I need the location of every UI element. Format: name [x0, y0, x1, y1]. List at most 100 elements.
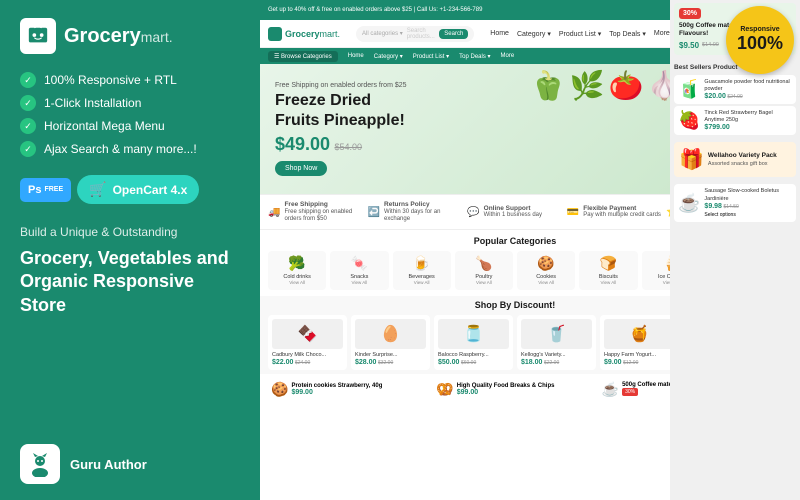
product-name-4: Kellogg's Variety... [521, 352, 592, 359]
subnav-category[interactable]: Category ▾ [374, 53, 403, 60]
bs-info-3: Sausage Slow-cooked Boletus Jardinière $… [704, 188, 792, 217]
snacks-label: SnacksView All [332, 274, 386, 286]
veggie-asparagus: 🌿 [570, 69, 605, 102]
bp-img-1: 🍪 [271, 381, 288, 398]
product-price-2: $28.00 [355, 359, 376, 366]
opencart-badge: 🛒 OpenCart 4.x [77, 175, 199, 204]
subnav-home[interactable]: Home [348, 53, 364, 59]
search-placeholder: All categories ▾ [362, 30, 403, 37]
bp-name-1: Protein cookies Strawberry, 40g [291, 383, 382, 389]
feature-item: ✓ Horizontal Mega Menu [20, 118, 240, 134]
nav-more[interactable]: More [654, 30, 670, 38]
bottom-product-2[interactable]: 🥨 High Quality Food Breaks & Chips $99.0… [433, 378, 596, 401]
category-item-beverages[interactable]: 🍺 BeveragesView All [393, 251, 451, 290]
product-img-4: 🥤 [521, 319, 592, 349]
nav-category[interactable]: Category ▾ [517, 30, 551, 38]
logo-icon [20, 18, 56, 54]
wellahoo-name: Wellahoo Variety Pack [708, 152, 777, 159]
category-item-cookies[interactable]: 🍪 CookiesView All [517, 251, 575, 290]
hero-price-area: $49.00 $54.00 [275, 134, 407, 155]
nav-product[interactable]: Product List ▾ [559, 30, 601, 38]
search-button[interactable]: Search [439, 29, 468, 39]
check-icon: ✓ [20, 95, 36, 111]
logo-text: Grocerymart. [64, 25, 173, 48]
feature-shipping: 🚚 Free ShippingFree shipping on enabled … [268, 201, 364, 223]
returns-icon: ↩️ [368, 207, 380, 218]
feature-support: 💬 Online SupportWithin 1 business day [467, 201, 563, 223]
bs-info-1: Guacamole powder food nutritional powder… [704, 79, 792, 100]
feature-item: ✓ 1-Click Installation [20, 95, 240, 111]
bottom-product-1[interactable]: 🍪 Protein cookies Strawberry, 40g $99.00 [268, 378, 431, 401]
product-card-3[interactable]: 🫙 Balocco Raspberry... $50.00 $60.00 [434, 315, 513, 370]
subnav-product[interactable]: Product List ▾ [413, 53, 449, 60]
nav-logo-text: Grocerymart. [285, 29, 340, 39]
category-item-snacks[interactable]: 🍬 SnacksView All [330, 251, 388, 290]
product-orig-1: $24.00 [295, 360, 310, 366]
main-title: Grocery, Vegetables and Organic Responsi… [20, 247, 240, 317]
nav-topdeals[interactable]: Top Deals ▾ [609, 30, 646, 38]
nav-home[interactable]: Home [490, 30, 509, 38]
category-item-colddrinks[interactable]: 🥦 Cold drinksView All [268, 251, 326, 290]
product-orig-4: $22.00 [544, 360, 559, 366]
bs-orig-1: $24.00 [727, 94, 742, 100]
poultry-label: PoultryView All [457, 274, 511, 286]
hero-price-orig: $54.00 [335, 142, 363, 152]
best-seller-2[interactable]: 🍓 Tinck Red Strawberry Bagel Anytime 250… [674, 106, 796, 135]
coffee-orig-price: $14.00 [702, 42, 719, 48]
browse-categories[interactable]: ☰ Browse Categories [268, 51, 338, 62]
bs-img-3: ☕ [678, 193, 700, 214]
feature-item: ✓ Ajax Search & many more...! [20, 141, 240, 157]
feature-item: ✓ 100% Responsive + RTL [20, 72, 240, 88]
colddrinks-label: Cold drinksView All [270, 274, 324, 286]
bp-info-1: Protein cookies Strawberry, 40g $99.00 [291, 383, 382, 396]
snacks-icon: 🍬 [332, 255, 386, 272]
nav-logo: Grocerymart. [268, 27, 340, 41]
feature-label: 1-Click Installation [44, 96, 141, 110]
product-name-5: Happy Farm Yogurt... [604, 352, 675, 359]
bs-price-2: $799.00 [704, 124, 729, 131]
product-card-2[interactable]: 🥚 Kinder Surprise... $28.00 $32.00 [351, 315, 430, 370]
category-item-poultry[interactable]: 🍗 PoultryView All [455, 251, 513, 290]
best-seller-1[interactable]: 🧃 Guacamole powder food nutritional powd… [674, 75, 796, 104]
cookies-icon: 🍪 [519, 255, 573, 272]
wellahoo-product: 🎁 Wellahoo Variety Pack Assorted snacks … [674, 142, 796, 177]
product-img-3: 🫙 [438, 319, 509, 349]
hero-cta-button[interactable]: Shop Now [275, 161, 327, 176]
support-desc: Within 1 business day [484, 212, 542, 219]
product-orig-2: $32.00 [378, 360, 393, 366]
product-card-4[interactable]: 🥤 Kellogg's Variety... $18.00 $22.00 [517, 315, 596, 370]
product-img-2: 🥚 [355, 319, 426, 349]
feature-label: Ajax Search & many more...! [44, 142, 197, 156]
product-card-1[interactable]: 🍫 Cadbury Milk Choco... $22.00 $24.00 [268, 315, 347, 370]
feature-payment: 💳 Flexible PaymentPay with multiple cred… [567, 201, 663, 223]
platform-badges: Ps FREE 🛒 OpenCart 4.x [20, 175, 240, 204]
best-seller-3[interactable]: ☕ Sausage Slow-cooked Boletus Jardinière… [674, 184, 796, 221]
hero-subtitle: Free Shipping on enabled orders from $25 [275, 82, 407, 89]
features-list: ✓ 100% Responsive + RTL ✓ 1-Click Instal… [20, 72, 240, 157]
check-icon: ✓ [20, 118, 36, 134]
shipping-title: Free Shipping [284, 201, 363, 209]
bp-price-2: $99.00 [457, 389, 555, 396]
bp-img-2: 🥨 [436, 381, 453, 398]
bs-name-1: Guacamole powder food nutritional powder [704, 79, 792, 93]
right-panel: 30% 500g Coffee mate with Flavours! $9.5… [670, 0, 800, 500]
left-panel: Grocerymart. ✓ 100% Responsive + RTL ✓ 1… [0, 0, 260, 500]
shipping-icon: 🚚 [268, 207, 280, 218]
nav-search[interactable]: All categories ▾ Search products... Sear… [356, 26, 474, 42]
bs-select-3[interactable]: Select options [704, 212, 792, 218]
wellahoo-img: 🎁 [679, 147, 704, 172]
subnav-more[interactable]: More [501, 53, 515, 59]
best-sellers-section: Best Sellers Product 🧃 Guacamole powder … [670, 60, 800, 138]
product-card-5[interactable]: 🍯 Happy Farm Yogurt... $9.00 $12.00 [600, 315, 679, 370]
product-orig-3: $60.00 [461, 360, 476, 366]
nav-logo-icon [268, 27, 282, 41]
biscuits-icon: 🍞 [581, 255, 635, 272]
subnav-topdeals[interactable]: Top Deals ▾ [459, 53, 490, 60]
category-item-biscuits[interactable]: 🍞 BiscuitsView All [579, 251, 637, 290]
bp-discount-3: 30% [622, 388, 638, 396]
nav-items: Home Category ▾ Product List ▾ Top Deals… [490, 30, 670, 38]
bs-img-2: 🍓 [678, 110, 700, 131]
feature-label: Horizontal Mega Menu [44, 119, 165, 133]
bs-price-3: $9.98 [704, 203, 722, 210]
coffee-price: $9.50 [679, 41, 699, 50]
